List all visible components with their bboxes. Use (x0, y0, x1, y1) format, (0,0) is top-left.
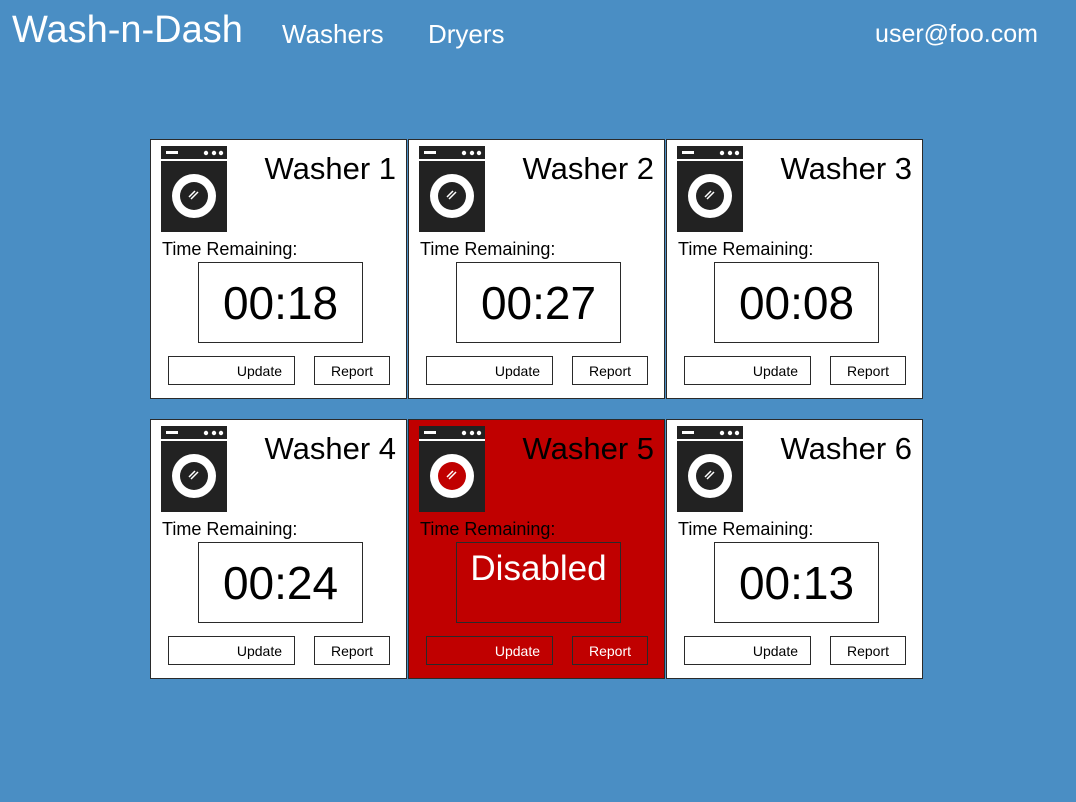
time-remaining-label: Time Remaining: (162, 239, 298, 259)
time-remaining-label: Time Remaining: (678, 519, 814, 539)
washer-card-3: Washer 3 Time Remaining: 00:08 Update Re… (666, 139, 923, 399)
report-button[interactable]: Report (572, 356, 648, 385)
washer-card-6: Washer 6 Time Remaining: 00:13 Update Re… (666, 419, 923, 679)
nav-dryers-link[interactable]: Dryers (428, 18, 505, 50)
time-remaining-value: 00:18 (198, 262, 363, 343)
time-remaining-label: Time Remaining: (162, 519, 298, 539)
washer-name: Washer 3 (780, 151, 912, 186)
washing-machine-icon (419, 426, 485, 512)
washer-card-2: Washer 2 Time Remaining: 00:27 Update Re… (408, 139, 665, 399)
washing-machine-icon (419, 146, 485, 232)
time-remaining-label: Time Remaining: (420, 239, 556, 259)
update-button[interactable]: Update (684, 356, 811, 385)
report-button[interactable]: Report (830, 636, 906, 665)
report-button[interactable]: Report (830, 356, 906, 385)
time-remaining-value: 00:13 (714, 542, 879, 623)
time-remaining-value: 00:08 (714, 262, 879, 343)
washer-card-5: Washer 5 Time Remaining: Disabled Update… (408, 419, 665, 679)
washer-name: Washer 1 (264, 151, 396, 186)
user-account-link[interactable]: user@foo.com (875, 18, 1038, 50)
nav-washers-link[interactable]: Washers (282, 18, 384, 50)
washer-name: Washer 5 (522, 431, 654, 466)
app-brand[interactable]: Wash-n-Dash (12, 8, 243, 52)
time-remaining-value: 00:27 (456, 262, 621, 343)
update-button[interactable]: Update (684, 636, 811, 665)
time-remaining-value: 00:24 (198, 542, 363, 623)
update-button[interactable]: Update (168, 636, 295, 665)
update-button[interactable]: Update (426, 636, 553, 665)
time-remaining-value: Disabled (456, 542, 621, 623)
time-remaining-label: Time Remaining: (420, 519, 556, 539)
washer-card-1: Washer 1 Time Remaining: 00:18 Update Re… (150, 139, 407, 399)
washer-name: Washer 4 (264, 431, 396, 466)
washer-name: Washer 2 (522, 151, 654, 186)
report-button[interactable]: Report (314, 356, 390, 385)
washing-machine-icon (677, 146, 743, 232)
update-button[interactable]: Update (168, 356, 295, 385)
washing-machine-icon (161, 146, 227, 232)
report-button[interactable]: Report (572, 636, 648, 665)
washing-machine-icon (161, 426, 227, 512)
report-button[interactable]: Report (314, 636, 390, 665)
washer-name: Washer 6 (780, 431, 912, 466)
update-button[interactable]: Update (426, 356, 553, 385)
washer-grid: Washer 1 Time Remaining: 00:18 Update Re… (150, 139, 923, 679)
washer-card-4: Washer 4 Time Remaining: 00:24 Update Re… (150, 419, 407, 679)
washing-machine-icon (677, 426, 743, 512)
time-remaining-label: Time Remaining: (678, 239, 814, 259)
top-bar: Wash-n-Dash Washers Dryers user@foo.com (0, 0, 1076, 70)
